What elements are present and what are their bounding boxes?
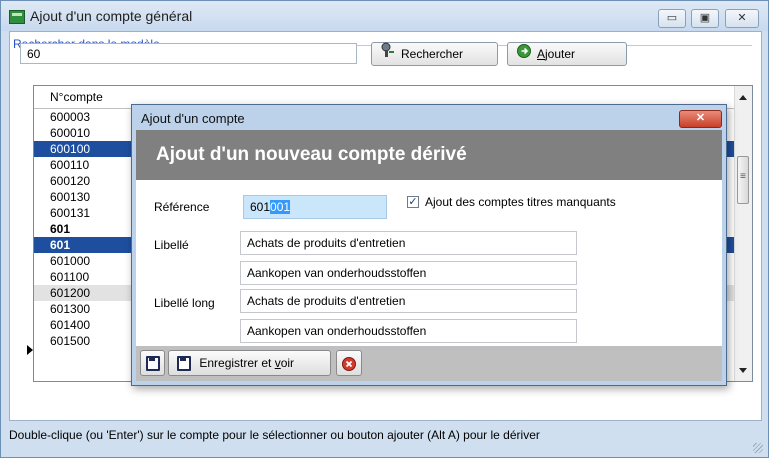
title-bar: Ajout d'un compte général ▭ ▣ ✕	[1, 1, 768, 31]
account-number-cell: 600131	[50, 206, 91, 220]
scroll-up-arrow-icon[interactable]	[739, 95, 747, 100]
window-title: Ajout d'un compte général	[30, 8, 193, 24]
account-number-cell: 601100	[50, 270, 90, 284]
main-window: Ajout d'un compte général ▭ ▣ ✕ Recherch…	[0, 0, 769, 458]
account-number-cell: 600003	[50, 110, 91, 124]
libelle-nl-field[interactable]: Aankopen van onderhoudsstoffen	[240, 261, 577, 285]
scrollbar-thumb[interactable]	[737, 156, 749, 204]
save-and-view-button[interactable]: Enregistrer et voir	[168, 350, 331, 376]
save-icon	[145, 356, 160, 372]
current-row-indicator-icon	[27, 345, 33, 355]
account-number-cell: 601	[50, 238, 71, 252]
dialog-title: Ajout d'un compte	[141, 111, 245, 126]
account-number-cell: 600130	[50, 190, 91, 204]
cancel-icon	[342, 356, 356, 371]
cancel-button[interactable]	[336, 350, 362, 376]
libelle-long-nl-field[interactable]: Aankopen van onderhoudsstoffen	[240, 319, 577, 343]
dialog-header-title: Ajout d'un nouveau compte dérivé	[156, 144, 467, 165]
dialog-header: Ajout d'un nouveau compte dérivé	[136, 130, 722, 180]
save-view-icon	[177, 356, 191, 372]
search-input[interactable]	[20, 43, 357, 64]
add-button[interactable]: Ajouter	[507, 42, 627, 66]
scroll-down-arrow-icon[interactable]	[739, 368, 747, 373]
save-button[interactable]	[140, 350, 165, 376]
add-account-dialog: Ajout d'un compte ✕ Ajout d'un nouveau c…	[131, 104, 727, 386]
libelle-fr-field[interactable]: Achats de produits d'entretien	[240, 231, 577, 255]
add-button-label: Ajouter	[537, 47, 576, 61]
resize-grip-icon[interactable]	[753, 443, 763, 453]
minimize-button[interactable]: ▭	[658, 9, 686, 28]
add-icon	[517, 43, 531, 65]
checkbox-label[interactable]: Ajout des comptes titres manquants	[425, 195, 616, 209]
vertical-scrollbar[interactable]	[734, 86, 752, 381]
dialog-form: Référence 601001 ✓ Ajout des comptes tit…	[136, 180, 722, 346]
account-number-cell: 600110	[50, 158, 90, 172]
account-number-cell: 601	[50, 222, 71, 236]
account-number-cell: 601300	[50, 302, 91, 316]
reference-label: Référence	[154, 200, 210, 214]
account-number-cell: 600010	[50, 126, 91, 140]
search-button[interactable]: Rechercher	[371, 42, 498, 66]
account-number-cell: 601500	[50, 334, 91, 348]
search-button-label: Rechercher	[401, 47, 464, 61]
search-icon	[381, 42, 395, 65]
dialog-close-button[interactable]: ✕	[679, 110, 722, 128]
app-icon	[9, 10, 25, 24]
account-number-cell: 600100	[50, 142, 91, 156]
close-button[interactable]: ✕	[725, 9, 759, 28]
libelle-label: Libellé	[154, 238, 189, 252]
reference-field[interactable]: 601001	[243, 195, 387, 219]
account-number-cell: 601000	[50, 254, 91, 268]
missing-title-accounts-checkbox[interactable]: ✓	[407, 196, 419, 208]
save-and-view-label: Enregistrer et voir	[199, 356, 295, 370]
account-number-cell: 601400	[50, 318, 91, 332]
status-bar-text: Double-clique (ou 'Enter') sur le compte…	[9, 428, 540, 442]
column-header-account-number[interactable]: N°compte	[50, 90, 103, 104]
maximize-button[interactable]: ▣	[691, 9, 719, 28]
account-number-cell: 600120	[50, 174, 91, 188]
libelle-long-label: Libellé long	[154, 296, 215, 310]
account-number-cell: 601200	[50, 286, 91, 300]
dialog-toolbar: Enregistrer et voir	[136, 346, 722, 381]
libelle-long-fr-field[interactable]: Achats de produits d'entretien	[240, 289, 577, 313]
